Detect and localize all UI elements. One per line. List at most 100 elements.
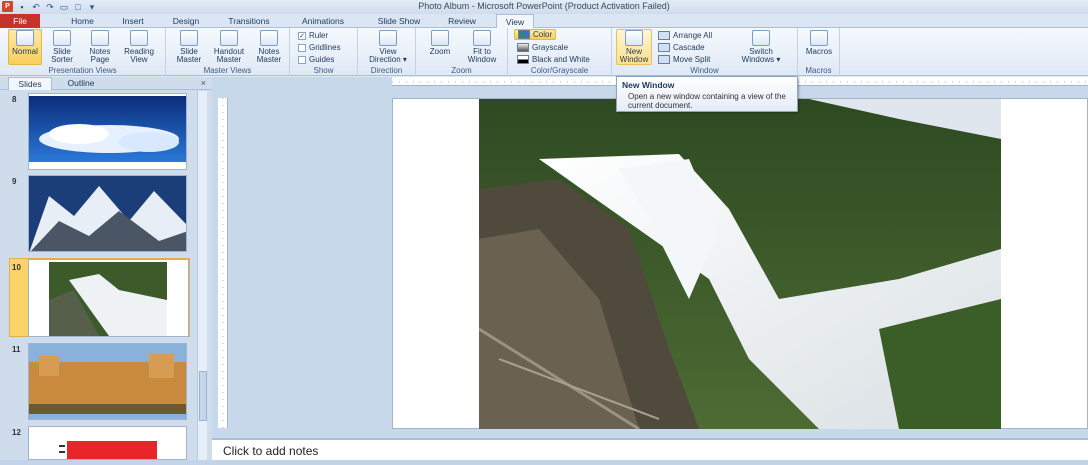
new-window-button[interactable]: New Window	[616, 29, 652, 65]
tab-file[interactable]: File	[0, 14, 40, 28]
pane-tabs: Slides Outline ×	[0, 77, 212, 90]
handout-master-button[interactable]: Handout Master	[210, 30, 248, 64]
tab-design[interactable]: Design	[164, 14, 208, 28]
waterfall-photo[interactable]	[479, 99, 1001, 429]
tab-outline[interactable]: Outline	[56, 77, 106, 90]
arrange-all-button[interactable]: Arrange All	[658, 31, 712, 40]
handout-master-icon	[220, 30, 238, 46]
tab-animations[interactable]: Animations	[294, 14, 352, 28]
switch-windows-icon	[752, 30, 770, 46]
gridlines-check[interactable]	[298, 43, 306, 52]
notes-master-button[interactable]: Notes Master	[252, 30, 286, 64]
black-white-swatch-icon	[517, 55, 529, 64]
show-group: ✓ Ruler Gridlines Guides Show	[290, 28, 358, 76]
tab-slide-show[interactable]: Slide Show	[370, 14, 428, 28]
window-title: Photo Album - Microsoft PowerPoint (Prod…	[418, 1, 670, 11]
title-bar: P ▪ ↶ ↷ ▭ □ ▾ Photo Album - Microsoft Po…	[0, 0, 1088, 14]
cascade-icon	[658, 43, 670, 52]
notes-master-icon	[260, 30, 278, 46]
chart-thumbnail-image	[29, 427, 186, 459]
color-grayscale-label: Color/Grayscale	[530, 66, 589, 75]
tooltip-body: Open a new window containing a view of t…	[628, 92, 786, 110]
switch-windows-button[interactable]: Switch Windows ▾	[736, 30, 786, 64]
vertical-ruler-ticks	[222, 98, 224, 428]
slide-thumbnail-palace[interactable]	[28, 343, 187, 420]
slide-number: 9	[12, 177, 17, 186]
tab-view[interactable]: View	[496, 14, 534, 29]
zoom-label: Zoom	[451, 66, 472, 75]
slide-number: 11	[12, 345, 21, 354]
slide-master-icon	[180, 30, 198, 46]
color-swatch-icon	[518, 30, 530, 39]
tab-insert[interactable]: Insert	[112, 14, 154, 28]
new-window-tooltip: New Window Open a new window containing …	[616, 76, 798, 112]
zoom-button[interactable]: Zoom	[424, 30, 456, 56]
color-grayscale-group: Color Grayscale Black and White Color/Gr…	[508, 28, 612, 76]
ruler-checkbox[interactable]: ✓ Ruler	[298, 31, 328, 40]
tab-slides[interactable]: Slides	[8, 77, 52, 90]
fit-to-window-button[interactable]: Fit to Window	[462, 30, 502, 64]
presentation-views-group: Normal Slide Sorter Notes Page Reading View…	[0, 28, 166, 76]
slide-master-button[interactable]: Slide Master	[172, 30, 206, 64]
macros-group: Macros Macros	[798, 28, 840, 76]
notes-pane[interactable]: Click to add notes	[212, 438, 1088, 460]
show-label: Show	[313, 66, 334, 75]
guides-check[interactable]	[298, 55, 306, 64]
waterfall-thumbnail-image	[29, 260, 188, 336]
normal-view-button[interactable]: Normal	[8, 29, 42, 65]
grayscale-button[interactable]: Grayscale	[517, 43, 568, 52]
cascade-button[interactable]: Cascade	[658, 43, 705, 52]
slide-thumbnail-waterfall[interactable]	[28, 259, 189, 337]
view-direction-icon	[379, 30, 397, 46]
black-and-white-button[interactable]: Black and White	[517, 55, 590, 64]
grayscale-swatch-icon	[517, 43, 529, 52]
zoom-group: Zoom Fit to Window Zoom	[416, 28, 508, 76]
move-split-button[interactable]: Move Split	[658, 55, 710, 64]
gridlines-checkbox[interactable]: Gridlines	[298, 43, 341, 52]
window-label: Window	[690, 66, 719, 75]
notes-placeholder[interactable]: Click to add notes	[223, 444, 318, 458]
slide-number: 8	[12, 95, 17, 104]
notes-page-button[interactable]: Notes Page	[84, 30, 116, 64]
palace-image	[29, 344, 186, 419]
slide-thumbnail-chart[interactable]	[28, 426, 187, 460]
master-views-group: Slide Master Handout Master Notes Master Ma…	[166, 28, 290, 76]
reading-view-icon	[130, 30, 148, 46]
ruler-check[interactable]: ✓	[298, 31, 306, 40]
magnifier-icon	[431, 30, 449, 46]
direction-group: View Direction ▾ Direction	[358, 28, 416, 76]
sky-clouds-image	[29, 96, 186, 162]
fit-to-window-icon	[473, 30, 491, 46]
ribbon-tabs: File Home Insert Design Transitions Anim…	[0, 14, 1088, 29]
slide-thumbnail-sky[interactable]	[28, 93, 187, 170]
ribbon: Normal Slide Sorter Notes Page Reading View…	[0, 28, 1088, 76]
tab-review[interactable]: Review	[442, 14, 482, 28]
tab-transitions[interactable]: Transitions	[220, 14, 278, 28]
window-group: New Window Arrange All Cascade Move Split…	[612, 28, 798, 76]
slide-thumbnail-mountains[interactable]	[28, 175, 187, 252]
arrange-all-icon	[658, 31, 670, 40]
tab-home[interactable]: Home	[60, 14, 105, 28]
direction-label: Direction	[370, 66, 403, 75]
vertical-ruler	[218, 98, 228, 428]
macros-label: Macros	[805, 66, 832, 75]
reading-view-button[interactable]: Reading View	[120, 30, 158, 64]
slide-number: 10	[12, 263, 21, 272]
new-window-icon	[625, 30, 643, 46]
mountains-image	[29, 176, 186, 251]
close-pane-icon[interactable]: ×	[201, 78, 206, 88]
status-bar	[0, 460, 1088, 465]
master-views-label: Master Views	[203, 66, 252, 75]
waterfall-image	[479, 99, 1001, 429]
macros-button[interactable]: Macros	[802, 30, 836, 56]
tooltip-title: New Window	[622, 80, 675, 90]
move-split-icon	[658, 55, 670, 64]
view-direction-button[interactable]: View Direction ▾	[366, 30, 410, 64]
macros-icon	[810, 30, 828, 46]
guides-checkbox[interactable]: Guides	[298, 55, 334, 64]
scrollbar-thumb[interactable]	[199, 371, 207, 421]
slide-number: 12	[12, 428, 21, 437]
slides-pane-scrollbar[interactable]	[197, 91, 207, 461]
color-button[interactable]: Color	[514, 29, 557, 40]
slide-sorter-button[interactable]: Slide Sorter	[46, 30, 78, 64]
